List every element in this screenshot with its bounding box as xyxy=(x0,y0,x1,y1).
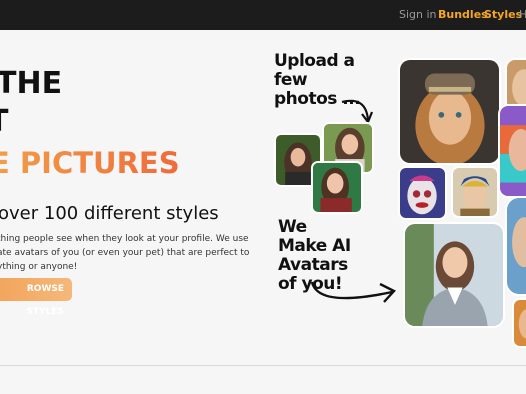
hero-title-line-3: E PICTURES xyxy=(0,146,180,180)
hero-description-line-3: ything or anyone! xyxy=(0,262,78,272)
make-caption-line: Avatars xyxy=(278,255,348,275)
section-divider xyxy=(0,365,526,366)
avatar-clown xyxy=(398,166,447,220)
uploaded-photo-3 xyxy=(311,161,363,214)
avatar-partial-blue xyxy=(505,196,526,296)
nav-link-partial[interactable]: H xyxy=(519,8,526,21)
curved-arrow-right-icon xyxy=(310,281,396,303)
avatar-colorful-partial xyxy=(498,104,526,198)
browse-styles-button[interactable]: ROWSE STYLES xyxy=(0,278,72,317)
styles-link[interactable]: Styles xyxy=(484,8,522,21)
upload-caption-line: Upload a xyxy=(274,51,355,71)
hero-title-line-2: T xyxy=(0,104,8,139)
hero-description-line-1: thing people see when they look at your … xyxy=(0,234,249,244)
make-caption-line: Make AI xyxy=(278,236,351,256)
hero-title-line-1: THE xyxy=(0,66,63,101)
avatar-pearl-earring xyxy=(451,166,499,218)
hero-description-line-2: ate avatars of you (or even your pet) th… xyxy=(0,248,250,258)
top-navbar: Sign in Bundles Styles H xyxy=(0,0,526,30)
hero-subtitle: over 100 different styles xyxy=(0,203,219,224)
upload-caption-line: few xyxy=(274,70,308,90)
bundles-link[interactable]: Bundles xyxy=(438,8,488,21)
avatar-partial-bottom xyxy=(512,298,526,348)
avatar-business-portrait xyxy=(403,222,505,328)
make-caption-line: We xyxy=(278,217,307,237)
avatar-viking-warrior xyxy=(398,58,501,165)
sign-in-link[interactable]: Sign in xyxy=(399,8,437,21)
